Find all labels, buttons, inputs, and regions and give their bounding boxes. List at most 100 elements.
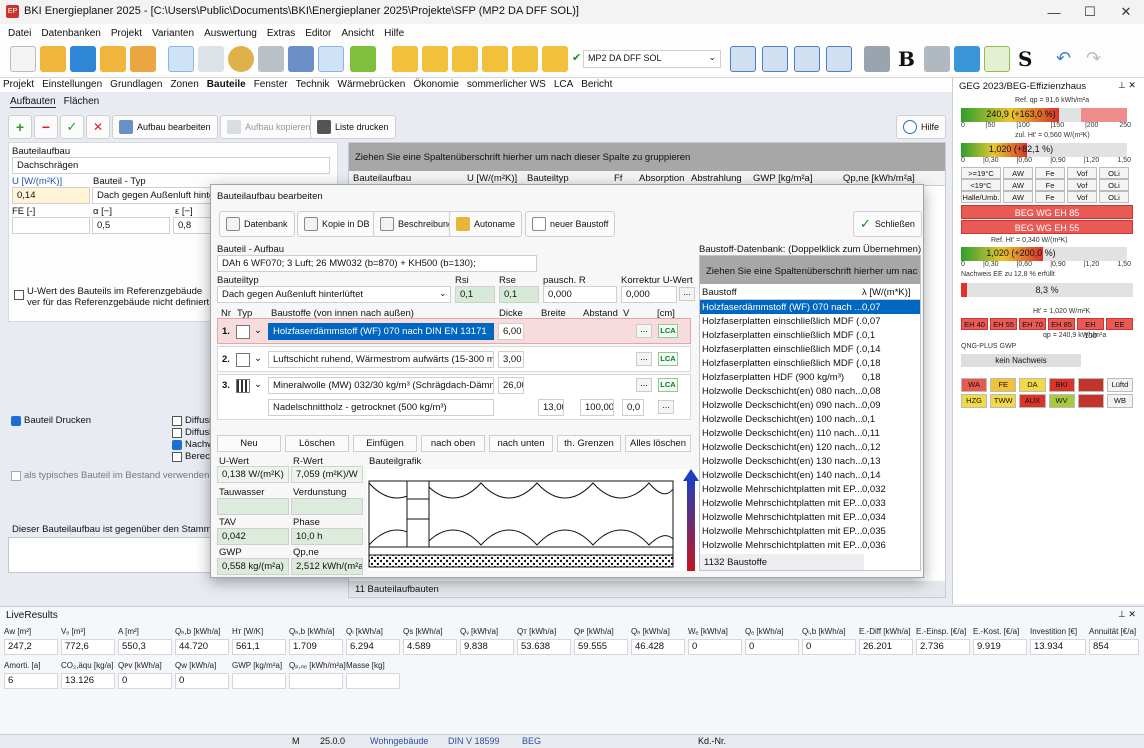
- layer-3-sub-more-button[interactable]: ...: [658, 400, 674, 414]
- menu-auswertung[interactable]: Auswertung: [204, 28, 257, 39]
- confirm-button[interactable]: ✓: [60, 115, 84, 139]
- layer-2-more-button[interactable]: ...: [636, 352, 652, 366]
- live-metric-value[interactable]: [346, 673, 400, 689]
- schliessen-button[interactable]: ✓ Schließen: [853, 211, 922, 237]
- layer-2-lca-button[interactable]: LCA: [658, 352, 678, 366]
- klima-cell[interactable]: OLi: [1099, 167, 1129, 179]
- measure-cell[interactable]: AUX: [1019, 394, 1046, 408]
- col-bauteilaufbau[interactable]: Bauteilaufbau: [353, 173, 411, 184]
- layer-3-abstand[interactable]: 100,00: [580, 399, 614, 416]
- live-metric-value[interactable]: 44.720: [175, 639, 229, 655]
- klima-cell[interactable]: >=19°C: [961, 167, 1001, 179]
- s-icon[interactable]: S: [1018, 47, 1032, 71]
- u-value-field[interactable]: 0,14: [12, 187, 90, 204]
- alles-loeschen-button[interactable]: Alles löschen: [625, 435, 691, 452]
- col-bauteiltyp[interactable]: Bauteiltyp: [527, 173, 569, 184]
- new-file-icon[interactable]: [10, 46, 36, 72]
- help-button[interactable]: Hilfe: [896, 115, 947, 139]
- diffusi2-checkbox[interactable]: [172, 428, 182, 438]
- col-ff[interactable]: Ff: [614, 173, 622, 184]
- live-metric-value[interactable]: 26.201: [859, 639, 913, 655]
- layer-3-dicke[interactable]: 26,00: [498, 377, 524, 394]
- db-row[interactable]: Holzwolle Mehrschichtplatten mit EP... 0,…: [700, 482, 920, 496]
- datenbank-button[interactable]: Datenbank: [219, 211, 295, 237]
- tab-oekonomie[interactable]: Ökonomie: [410, 78, 462, 92]
- menu-hilfe[interactable]: Hilfe: [384, 28, 404, 39]
- klima-cell[interactable]: AW: [1003, 191, 1033, 203]
- db-row[interactable]: Holzwolle Deckschicht(en) 140 nach... 0,1…: [700, 468, 920, 482]
- open-folder-icon[interactable]: [40, 46, 66, 72]
- tab-flaechen[interactable]: Flächen: [64, 96, 100, 108]
- live-metric-value[interactable]: 0: [802, 639, 856, 655]
- import-icon[interactable]: [392, 46, 418, 72]
- live-metric-value[interactable]: 772,6: [61, 639, 115, 655]
- live-metric-value[interactable]: 561,1: [232, 639, 286, 655]
- tab-bauteile[interactable]: Bauteile: [204, 78, 249, 92]
- tab-lca[interactable]: LCA: [551, 78, 576, 92]
- live-metric-value[interactable]: 0: [745, 639, 799, 655]
- layer-1-lca-button[interactable]: LCA: [658, 324, 678, 338]
- db-row[interactable]: Holzwolle Deckschicht(en) 090 nach... 0,0…: [700, 398, 920, 412]
- nach-unten-button[interactable]: nach unten: [489, 435, 553, 452]
- open-folder-2-icon[interactable]: [100, 46, 126, 72]
- col-qpne[interactable]: Qp,ne [kWh/m²a]: [843, 173, 915, 184]
- measure-cell[interactable]: FE: [990, 378, 1017, 392]
- live-metric-value[interactable]: 0: [175, 673, 229, 689]
- db-col-baustoff[interactable]: Baustoff: [702, 287, 862, 298]
- layer-1-more-button[interactable]: ...: [636, 324, 652, 338]
- live-metric-value[interactable]: 13.126: [61, 673, 115, 689]
- th-grenzen-button[interactable]: th. Grenzen: [557, 435, 621, 452]
- menu-projekt[interactable]: Projekt: [111, 28, 142, 39]
- klima-cell[interactable]: AW: [1003, 167, 1033, 179]
- live-metric-value[interactable]: 46.428: [631, 639, 685, 655]
- neu-button[interactable]: Neu: [217, 435, 281, 452]
- klima-cell[interactable]: Fe: [1035, 167, 1065, 179]
- typisch-checkbox[interactable]: [11, 471, 21, 481]
- layout-1-icon[interactable]: [730, 46, 756, 72]
- menu-ansicht[interactable]: Ansicht: [341, 28, 374, 39]
- layout-2-icon[interactable]: [762, 46, 788, 72]
- layer-2-dicke[interactable]: 3,00: [498, 351, 524, 368]
- klima-cell[interactable]: Fe: [1035, 191, 1065, 203]
- measure-cell[interactable]: [1077, 394, 1104, 408]
- db-row[interactable]: Holzwolle Mehrschichtplatten mit EP... 0,…: [700, 510, 920, 524]
- col-absorption[interactable]: Absorption: [639, 173, 684, 184]
- docs-icon[interactable]: [864, 46, 890, 72]
- aufbau-field[interactable]: DAh 6 WF070; 3 Luft; 26 MW032 (b=870) + …: [217, 255, 537, 272]
- live-metric-value[interactable]: 0: [688, 639, 742, 655]
- house-outline-icon[interactable]: [984, 46, 1010, 72]
- neuer-baustoff-button[interactable]: neuer Baustoff: [525, 211, 616, 237]
- layer-3-sub-name[interactable]: Nadelschnittholz - getrocknet (500 kg/m³…: [268, 399, 494, 416]
- menu-datei[interactable]: Datei: [8, 28, 31, 39]
- layer-row-1[interactable]: 1. ⌄ Holzfaserdämmstoff (WF) 070 nach DI…: [217, 318, 691, 344]
- project-variant-select[interactable]: MP2 DA DFF SOL ⌄: [583, 50, 721, 68]
- cancel-button[interactable]: ✕: [86, 115, 110, 139]
- klima-cell[interactable]: <19°C: [961, 179, 1001, 191]
- measure-cell[interactable]: Lüftd: [1106, 378, 1134, 392]
- menu-varianten[interactable]: Varianten: [152, 28, 194, 39]
- measure-cell[interactable]: DA: [1019, 378, 1046, 392]
- add-button[interactable]: +: [8, 115, 32, 139]
- db-col-lambda[interactable]: λ [W/(m*K)]: [862, 287, 911, 298]
- layer-1-name[interactable]: Holzfaserdämmstoff (WF) 070 nach DIN EN …: [268, 323, 494, 340]
- live-metric-value[interactable]: 1.709: [289, 639, 343, 655]
- measure-cell[interactable]: BKI: [1048, 378, 1075, 392]
- measure-cell[interactable]: TWW: [990, 394, 1017, 408]
- menu-datenbanken[interactable]: Datenbanken: [41, 28, 101, 39]
- measure-cell[interactable]: HZG: [961, 394, 988, 408]
- add-variant-icon[interactable]: [452, 46, 478, 72]
- live-metric-value[interactable]: 6.294: [346, 639, 400, 655]
- live-metric-value[interactable]: 13.934: [1030, 639, 1086, 655]
- korrektur-field[interactable]: 0,000: [621, 286, 677, 303]
- db-row[interactable]: Holzfaserdämmstoff (WF) 070 nach ... 0,07: [700, 300, 920, 314]
- db-row[interactable]: Holzfaserplatten einschließlich MDF (...…: [700, 356, 920, 370]
- undo-icon[interactable]: ↶: [1056, 48, 1071, 69]
- layer-1-type[interactable]: [236, 325, 250, 339]
- kopie-button[interactable]: Kopie in DB: [297, 211, 377, 237]
- col-abstrahlung[interactable]: Abstrahlung: [691, 173, 742, 184]
- korrektur-more-button[interactable]: ...: [679, 287, 695, 301]
- calendar-icon[interactable]: [318, 46, 344, 72]
- live-metric-value[interactable]: 2.736: [916, 639, 970, 655]
- layer-row-3[interactable]: 3. ⌄ Mineralwolle (MW) 032/30 kg/m³ (Sch…: [217, 374, 691, 420]
- db-row[interactable]: Holzfaserplatten einschließlich MDF (...…: [700, 328, 920, 342]
